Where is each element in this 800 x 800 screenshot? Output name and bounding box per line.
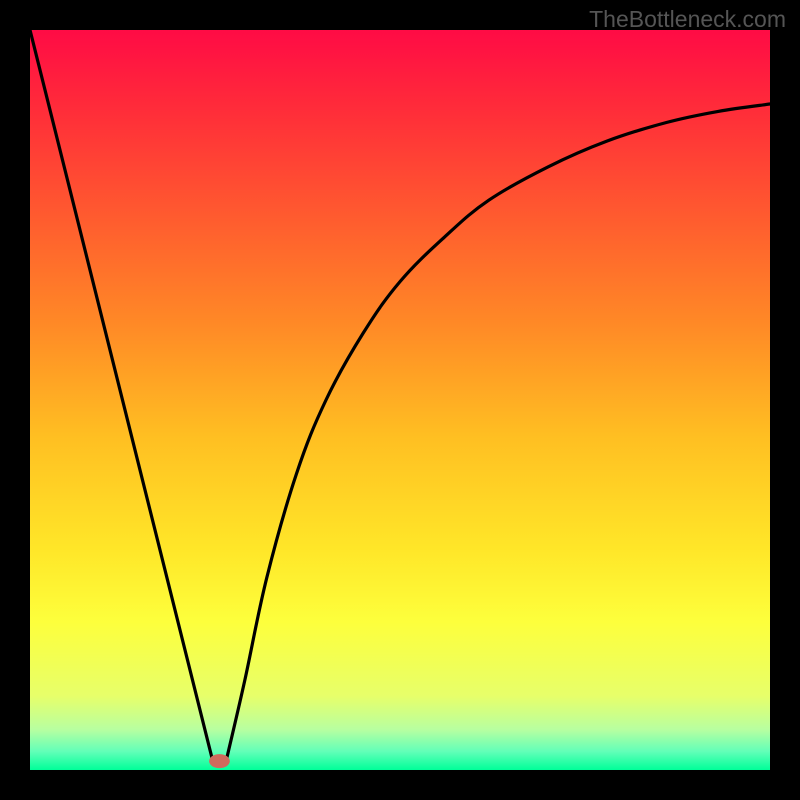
minimum-marker	[209, 754, 230, 768]
chart-plot-area	[30, 30, 770, 770]
chart-frame: TheBottleneck.com	[0, 0, 800, 800]
chart-svg	[30, 30, 770, 770]
chart-background	[30, 30, 770, 770]
watermark-text: TheBottleneck.com	[589, 6, 786, 33]
